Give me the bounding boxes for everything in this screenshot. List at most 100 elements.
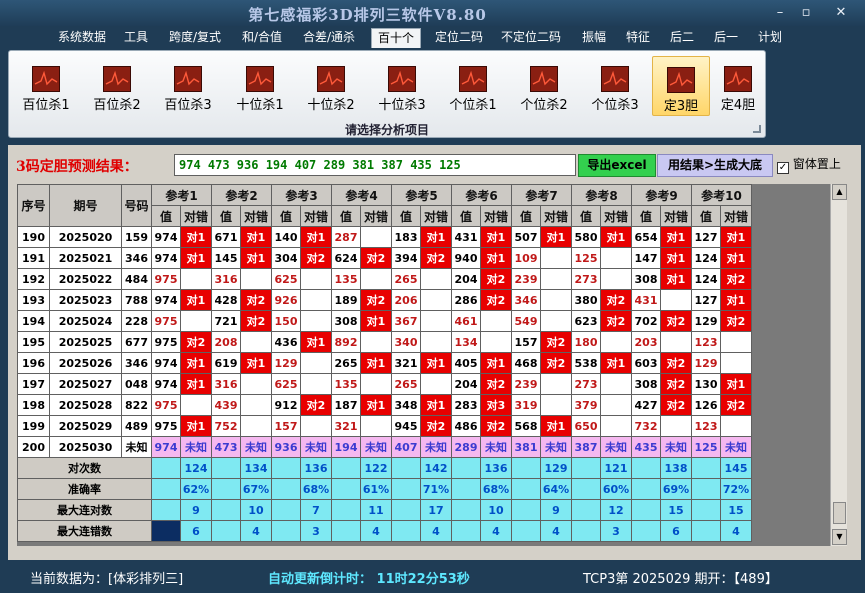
table-row[interactable]: 197 2025027 048 974 对1 316 625 135 265 204 对2 239 27… [17,373,752,395]
menu-item[interactable]: 系统数据 [50,28,114,48]
menu-item[interactable]: 特征 [620,28,656,48]
col-header-value: 值 [391,205,421,227]
minimize-button[interactable]: – [770,5,790,21]
menu-item[interactable]: 工具 [118,28,154,48]
ref-result-cell [600,415,632,437]
ref-value-cell: 135 [331,373,361,395]
ribbon-button[interactable]: 定3胆 [652,56,710,116]
ref-value-cell: 127 [691,289,721,311]
scroll-thumb[interactable] [833,502,846,524]
stat-spacer [211,478,241,500]
ribbon-button-label: 十位杀2 [307,98,355,113]
prediction-result-field[interactable]: 974 473 936 194 407 289 381 387 435 125 [174,154,576,176]
ribbon-button[interactable]: 个位杀2 [515,56,573,116]
table-row[interactable]: 191 2025021 346 974 对1 145 对1 304 对2 624 对2 394 对2 94… [17,247,752,269]
ref-result-cell: 对1 [360,352,392,374]
menu-item[interactable]: 振幅 [576,28,612,48]
stat-value: 61% [360,478,392,500]
export-excel-button[interactable]: 导出excel [578,154,656,177]
col-header-result: 对错 [480,205,512,227]
ref-result-cell: 对2 [480,373,512,395]
stat-spacer [211,499,241,521]
stat-value: 3 [600,520,632,542]
menu-item[interactable]: 跨度/复式 [162,28,228,48]
menu-item[interactable]: 和/合值 [236,28,288,48]
predicted-value-cell: 125 [691,436,721,458]
ribbon-button[interactable]: 百位杀3 [159,56,217,116]
menu-item[interactable]: 计划 [752,28,788,48]
table-row[interactable]: 199 2025029 489 975 对1 752 157 321 945 对2 486 对2 568… [17,415,752,437]
analysis-ribbon: 请选择分析项目 百位杀1 百位杀2 百位杀3 十位杀1 十位杀2 十位杀3 个位杀1 个位杀2… [8,50,766,138]
table-row[interactable]: 198 2025028 822 975 439 912 对2 187 对1 348 对1 283 对3 3… [17,394,752,416]
ribbon-button[interactable]: 定4胆 [709,56,767,116]
stat-spacer [211,457,241,479]
col-header-ref: 参考9 [631,184,692,206]
ref-value-cell: 732 [631,415,661,437]
always-on-top-toggle[interactable]: ✓ 窗体置上 [777,155,841,175]
ribbon-expand-icon[interactable] [753,125,761,133]
ref-result-cell: 对2 [720,394,752,416]
stat-value: 124 [180,457,212,479]
table-row[interactable]: 196 2025026 346 974 对1 619 对1 129 265 对1 321 对1 405 对… [17,352,752,374]
stat-spacer [631,457,661,479]
ribbon-button[interactable]: 十位杀3 [373,56,431,116]
ribbon-button[interactable]: 个位杀1 [444,56,502,116]
prediction-label: 3码定胆预测结果： [16,159,138,175]
ref-value-cell: 538 [571,352,601,374]
menu-item[interactable]: 百十个 [371,28,421,48]
menu-item[interactable]: 后一 [708,28,744,48]
ref-value-cell: 145 [211,247,241,269]
trend-chart-icon [530,66,558,92]
scroll-up-icon[interactable]: ▲ [832,184,847,200]
scroll-down-icon[interactable]: ▼ [832,529,847,545]
col-header-result: 对错 [360,205,392,227]
menu-item[interactable]: 合差/通杀 [298,28,360,48]
table-row[interactable]: 192 2025022 484 975 316 625 135 265 204 对2 239 273 3… [17,268,752,290]
menu-item[interactable]: 不定位二码 [496,28,566,48]
ref-result-cell [240,373,272,395]
stat-value: 10 [480,499,512,521]
table-row-future[interactable]: 200 2025030 未知 974 未知 473 未知 936 未知 194 未知 407 未知 289… [17,436,752,458]
ref-result-cell [300,415,332,437]
ref-value-cell: 752 [211,415,241,437]
ribbon-button-label: 十位杀1 [236,98,284,113]
ref-result-cell: 对2 [300,247,332,269]
table-row[interactable]: 190 2025020 159 974 对1 671 对1 140 对1 287 183 对1 431 对… [17,226,752,248]
trend-chart-icon [103,66,131,92]
ref-value-cell: 431 [451,226,481,248]
ref-result-cell: 对1 [660,247,692,269]
ref-value-cell: 619 [211,352,241,374]
row-number: 822 [121,394,152,416]
row-period: 2025025 [49,331,122,353]
stat-value: 60% [600,478,632,500]
ref-value-cell: 135 [331,268,361,290]
col-header-result: 对错 [720,205,752,227]
ref-result-cell: 对2 [420,247,452,269]
ribbon-button[interactable]: 百位杀2 [88,56,146,116]
checkbox-icon[interactable]: ✓ [777,162,789,174]
maximize-button[interactable]: ▫ [796,5,816,21]
stat-value: 4 [720,520,752,542]
stat-spacer [151,478,181,500]
ribbon-button[interactable]: 十位杀2 [302,56,360,116]
table-row[interactable]: 194 2025024 228 975 721 对2 150 308 对1 367 461 549 62… [17,310,752,332]
table-row[interactable]: 193 2025023 788 974 对1 428 对2 926 189 对2 206 286 对2 3… [17,289,752,311]
ref-result-cell: 对2 [300,394,332,416]
ref-value-cell: 367 [391,310,421,332]
ribbon-button-label: 百位杀2 [93,98,141,113]
ribbon-button[interactable]: 个位杀3 [586,56,644,116]
close-button[interactable]: ✕ [831,5,851,21]
ribbon-button[interactable]: 百位杀1 [17,56,75,116]
table-row[interactable]: 195 2025025 677 975 对2 208 436 对1 892 340 134 157 对2… [17,331,752,353]
trend-chart-icon [459,66,487,92]
menu-item[interactable]: 定位二码 [428,28,490,48]
ref-result-cell: 对1 [240,247,272,269]
generate-base-button[interactable]: 用结果>生成大底 [657,154,773,177]
ref-value-cell: 671 [211,226,241,248]
ref-value-cell: 124 [691,247,721,269]
ref-result-cell [540,268,572,290]
menu-item[interactable]: 后二 [664,28,700,48]
ribbon-button[interactable]: 十位杀1 [231,56,289,116]
ref-result-cell [180,310,212,332]
vertical-scrollbar[interactable]: ▲ ▼ [830,184,847,546]
